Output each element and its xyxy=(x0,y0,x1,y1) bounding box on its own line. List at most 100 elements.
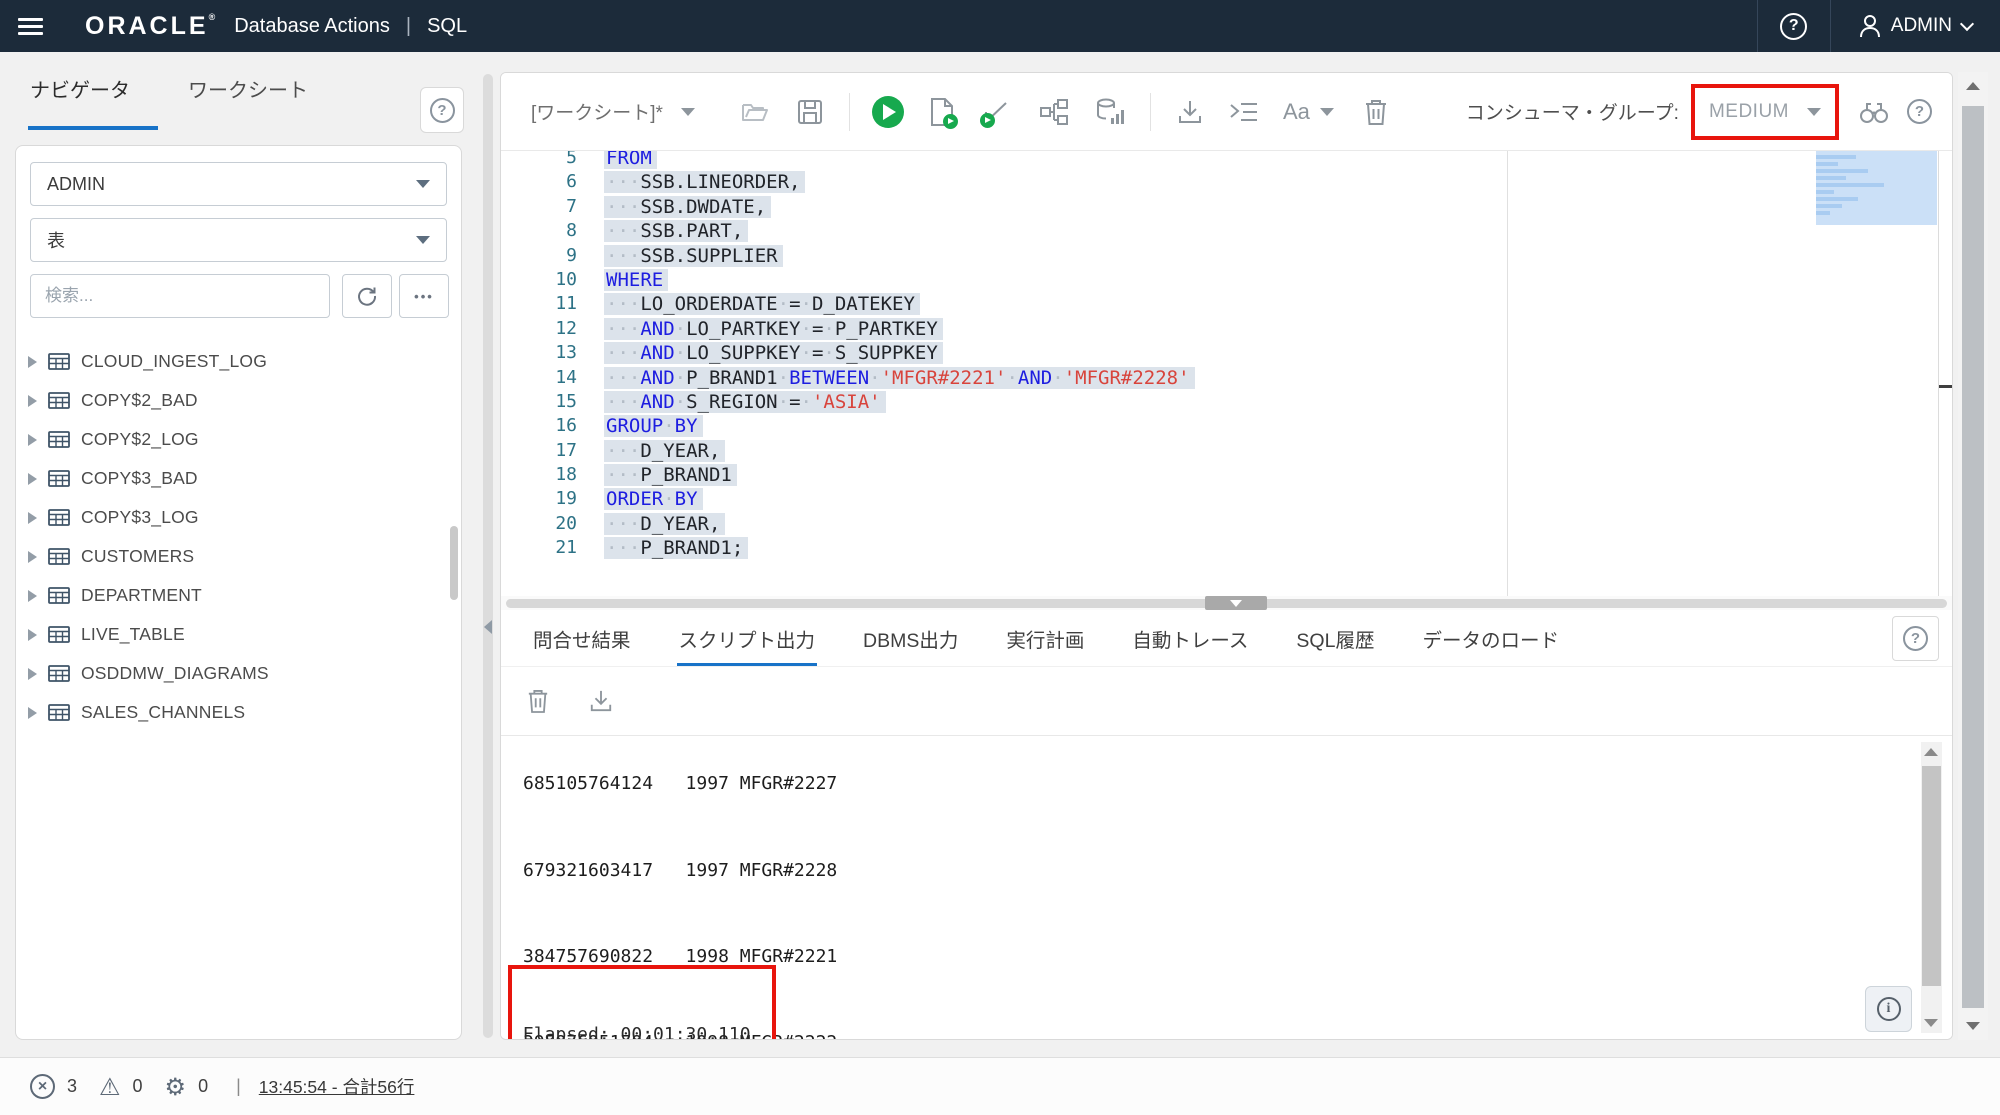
object-type-select[interactable]: 表 xyxy=(30,218,447,262)
code-line[interactable]: 17 ···D_YEAR, xyxy=(501,439,1952,463)
collapse-panel-handle-icon[interactable] xyxy=(484,620,492,634)
expand-caret-icon[interactable] xyxy=(28,512,37,524)
script-output-area[interactable]: 685105764124 1997 MFGR#2227 679321603417… xyxy=(501,735,1952,1039)
expand-caret-icon[interactable] xyxy=(28,434,37,446)
user-menu[interactable]: ADMIN xyxy=(1831,14,2000,38)
more-options-button[interactable] xyxy=(399,274,449,318)
search-input[interactable] xyxy=(30,274,330,318)
header-help-button[interactable] xyxy=(1758,13,1830,40)
clear-output-trash-icon[interactable] xyxy=(527,688,549,714)
scroll-up-icon[interactable] xyxy=(1966,82,1980,90)
schema-select[interactable]: ADMIN xyxy=(30,162,447,206)
scroll-up-icon[interactable] xyxy=(1924,748,1938,756)
code-line[interactable]: 18 ···P_BRAND1 xyxy=(501,463,1952,487)
format-code-icon[interactable] xyxy=(1229,100,1259,124)
run-statement-button[interactable] xyxy=(872,96,904,128)
output-info-button[interactable] xyxy=(1865,986,1912,1032)
tab-worksheet[interactable]: ワークシート xyxy=(188,74,308,103)
table-tree-item[interactable]: COPY$2_LOG xyxy=(16,420,447,459)
code-line[interactable]: 19 ORDER·BY xyxy=(501,487,1952,511)
code-line[interactable]: 7 ···SSB.DWDATE, xyxy=(501,195,1952,219)
code-line[interactable]: 16 GROUP·BY xyxy=(501,414,1952,438)
scrollbar-thumb[interactable] xyxy=(1922,766,1941,986)
results-tab[interactable]: 自動トレース xyxy=(1130,610,1250,667)
explain-plan-tree-icon[interactable] xyxy=(1040,99,1068,125)
results-tab[interactable]: スクリプト出力 xyxy=(677,610,818,667)
table-tree-item[interactable]: OSDDMW_DIAGRAMS xyxy=(16,654,447,693)
results-tab[interactable]: DBMS出力 xyxy=(861,610,960,667)
table-tree-item[interactable]: CUSTOMERS xyxy=(16,537,447,576)
table-tree-item[interactable]: COPY$2_BAD xyxy=(16,381,447,420)
editor-scroll-marker[interactable] xyxy=(1939,385,1952,388)
code-line[interactable]: 14 ···AND·P_BRAND1·BETWEEN·'MFGR#2221'·A… xyxy=(501,366,1952,390)
results-tab[interactable]: データのロード xyxy=(1420,610,1561,667)
find-binoculars-icon[interactable] xyxy=(1859,99,1889,125)
table-tree-item[interactable]: CLOUD_INGEST_LOG xyxy=(16,342,447,381)
code-line[interactable]: 8 ···SSB.PART, xyxy=(501,219,1952,243)
tab-navigator[interactable]: ナビゲータ xyxy=(30,74,130,103)
expand-caret-icon[interactable] xyxy=(28,473,37,485)
sql-editor[interactable]: 5 FROM 6 ···SSB.LINEORDER, 7 ···SSB.DWDA… xyxy=(501,151,1952,596)
last-execution-link[interactable]: 13:45:54 - 合計56行 xyxy=(259,1074,415,1099)
table-tree-item[interactable]: COPY$3_LOG xyxy=(16,498,447,537)
panel-splitter-vertical[interactable] xyxy=(482,72,494,1040)
line-number: 11 xyxy=(501,292,577,316)
code-line[interactable]: 13 ···AND·LO_SUPPKEY·=·S_SUPPKEY xyxy=(501,341,1952,365)
worksheet-help-button[interactable] xyxy=(1907,99,1932,124)
editor-minimap[interactable] xyxy=(1816,151,1937,225)
table-name: COPY$3_LOG xyxy=(81,507,199,528)
scrollbar-thumb[interactable] xyxy=(1962,106,1984,1008)
sidebar-help-button[interactable] xyxy=(420,87,464,133)
table-tree-item[interactable]: DEPARTMENT xyxy=(16,576,447,615)
results-help-button[interactable] xyxy=(1892,616,1939,661)
code-line[interactable]: 11 ···LO_ORDERDATE·=·D_DATEKEY xyxy=(501,292,1952,316)
code-line[interactable]: 12 ···AND·LO_PARTKEY·=·P_PARTKEY xyxy=(501,317,1952,341)
scroll-down-icon[interactable] xyxy=(1924,1019,1938,1027)
consumer-group-caret-icon[interactable] xyxy=(1807,108,1821,116)
download-icon[interactable] xyxy=(1177,99,1203,125)
panel-splitter-horizontal[interactable] xyxy=(501,596,1952,610)
consumer-group-select[interactable]: MEDIUM xyxy=(1709,101,1789,123)
results-tab[interactable]: 実行計画 xyxy=(1004,610,1086,667)
table-tree-item[interactable]: COPY$3_BAD xyxy=(16,459,447,498)
expand-caret-icon[interactable] xyxy=(28,629,37,641)
results-tab[interactable]: 問合せ結果 xyxy=(531,610,633,667)
table-tree-item[interactable]: SALES_CHANNELS xyxy=(16,693,447,732)
code-line[interactable]: 15 ···AND·S_REGION·=·'ASIA' xyxy=(501,390,1952,414)
scroll-down-icon[interactable] xyxy=(1966,1022,1980,1030)
expand-caret-icon[interactable] xyxy=(28,707,37,719)
autotrace-icon[interactable] xyxy=(1096,98,1124,126)
expand-caret-icon[interactable] xyxy=(28,551,37,563)
hamburger-menu-icon[interactable] xyxy=(18,18,43,35)
code-line[interactable]: 5 FROM xyxy=(501,151,1952,170)
sidebar-scrollbar[interactable] xyxy=(450,526,458,600)
page-scrollbar[interactable] xyxy=(1958,72,1988,1040)
expand-caret-icon[interactable] xyxy=(28,395,37,407)
code-line[interactable]: 21 ···P_BRAND1; xyxy=(501,536,1952,560)
code-line[interactable]: 20 ···D_YEAR, xyxy=(501,512,1952,536)
collapse-results-handle[interactable] xyxy=(1205,596,1267,610)
expand-caret-icon[interactable] xyxy=(28,356,37,368)
output-scrollbar[interactable] xyxy=(1921,742,1942,1033)
selected-code-text: ···AND·LO_PARTKEY·=·P_PARTKEY xyxy=(604,318,943,340)
trash-icon[interactable] xyxy=(1364,98,1388,126)
worksheet-menu-caret-icon[interactable] xyxy=(681,108,695,116)
explain-plan-chart-button[interactable] xyxy=(982,98,1010,126)
table-tree-item[interactable]: LIVE_TABLE xyxy=(16,615,447,654)
open-file-icon[interactable] xyxy=(741,99,769,125)
line-number: 10 xyxy=(501,268,577,292)
results-tab[interactable]: SQL履歴 xyxy=(1294,610,1376,667)
run-script-button[interactable] xyxy=(930,97,954,127)
refresh-button[interactable] xyxy=(342,274,392,318)
worksheet-name[interactable]: [ワークシート]* xyxy=(531,98,663,125)
navigator-panel: ADMIN 表 CLOUD_INGEST_LOG COPY$2_ xyxy=(15,145,462,1040)
save-icon[interactable] xyxy=(797,99,823,125)
expand-caret-icon[interactable] xyxy=(28,668,37,680)
font-settings-button[interactable]: Aa xyxy=(1283,99,1310,125)
font-settings-caret-icon[interactable] xyxy=(1320,108,1334,116)
expand-caret-icon[interactable] xyxy=(28,590,37,602)
code-line[interactable]: 6 ···SSB.LINEORDER, xyxy=(501,170,1952,194)
code-line[interactable]: 9 ···SSB.SUPPLIER xyxy=(501,244,1952,268)
code-line[interactable]: 10 WHERE xyxy=(501,268,1952,292)
download-output-icon[interactable] xyxy=(589,689,613,713)
